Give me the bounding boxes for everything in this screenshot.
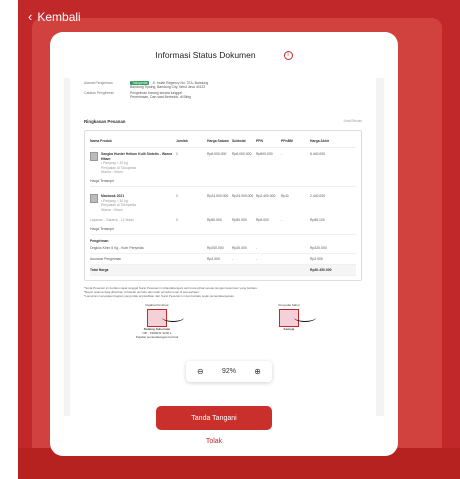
- subtotal-cell: Rp6.000.000: [232, 152, 252, 156]
- unit-price-cell: Rp24.000.000: [207, 193, 229, 198]
- product-note: Harga Terlampir: [90, 226, 115, 231]
- notes-value: Pengiriman barang secara tunggal Penerim…: [130, 91, 191, 99]
- signer-subtitle: Pejabat penandatangan kontrak: [135, 334, 179, 339]
- signer-name: Kemeja: [283, 326, 295, 331]
- final-price-cell: Rp55.100: [310, 218, 325, 223]
- product-image: [90, 152, 98, 161]
- col-header: Subtotal: [232, 139, 246, 143]
- ppn-cell: Rp20.000: [232, 245, 247, 250]
- shipping-label: Asuransi Pengiriman: [90, 256, 122, 261]
- address-value: Tokopedia Jl. Indah Regency No. 37A, Ban…: [130, 81, 208, 89]
- order-table: Nama Produk Jumlah Harga Satuan Subtotal…: [84, 130, 362, 281]
- order-summary-heading: Ringkasan Pesanan Lihat Rincian: [84, 119, 362, 124]
- zoom-in-icon[interactable]: ⊕: [251, 365, 265, 379]
- address-label: Alamat Pengiriman: [84, 81, 113, 85]
- section-link[interactable]: Lihat Rincian: [344, 119, 362, 124]
- qty-cell: 1: [176, 218, 178, 223]
- signer-right: Penyedia Sabut Kemeja: [244, 303, 334, 339]
- divider: [90, 233, 356, 235]
- zoom-control: ⊖ 92% ⊕: [186, 361, 272, 382]
- signer-left: Pejabat Pembuat Dadang Suherman NIP : 19…: [112, 303, 202, 339]
- notes-row: Catatan Pengiriman Pengiriman barang sec…: [84, 91, 362, 99]
- signer-title: Pejabat Pembuat: [145, 302, 169, 307]
- back-label: Kembali: [37, 9, 81, 24]
- product-image: [90, 193, 98, 203]
- address-row: Alamat Pengiriman Tokopedia Jl. Indah Re…: [84, 81, 362, 89]
- final-price-cell: 2.440.000: [310, 193, 326, 198]
- table-row: Asuransi Pengiriman Rp2.000 - - Rp2.000: [90, 254, 356, 265]
- final-price-cell: 6.440.000: [310, 152, 326, 156]
- total-row: Total Harga Rp30.450.000: [90, 264, 356, 276]
- table-row: Sangka Hunter Helium Kulit Sintetis - Wa…: [90, 148, 356, 177]
- chevron-left-icon: ‹: [28, 9, 33, 24]
- ppnbm-cell: -: [281, 218, 283, 223]
- col-header: Nama Produk: [90, 139, 112, 143]
- table-row: Layanan - Garansi - 12 bulan 1 Rp50.000 …: [90, 214, 356, 225]
- product-note: Harga Terlampir: [90, 178, 115, 183]
- zoom-out-icon[interactable]: ⊖: [193, 365, 207, 379]
- ppnbm-cell: -: [256, 256, 258, 261]
- product-cell: Macbook 2021 • Panjang = 30 kg Penjualan…: [90, 193, 176, 212]
- notes-line-2: Penerimaan, Dan saat Berbelok, di Bibig: [130, 95, 192, 99]
- page-title: Informasi Status Dokumen: [155, 50, 256, 60]
- ppnbm-cell: Rp11: [281, 193, 289, 198]
- col-header: PPN: [256, 139, 263, 143]
- total-value: Rp30.450.000: [310, 267, 332, 272]
- col-header: Harga Akhir: [310, 139, 330, 143]
- subtotal-cell: Rp200.000: [207, 245, 224, 250]
- qty-cell: 1: [176, 152, 178, 156]
- document-status-card: Informasi Status Dokumen i Alamat Pengir…: [50, 32, 398, 456]
- product-meta: Warna : Hitam: [101, 207, 123, 212]
- signer-title: Penyedia Sabut: [278, 302, 300, 307]
- reject-button[interactable]: Tolak: [156, 434, 272, 449]
- qty-cell: 1: [176, 193, 178, 198]
- notes-label: Catatan Pengiriman: [84, 91, 114, 95]
- product-name: Sangka Hunter Helium Kulit Sintetis - Wa…: [101, 152, 173, 161]
- ppn-cell: -: [232, 256, 234, 261]
- table-header: Nama Produk Jumlah Harga Satuan Subtotal…: [90, 135, 356, 148]
- card-header: Informasi Status Dokumen i: [50, 32, 398, 78]
- final-price-cell: Rp2.000: [310, 256, 323, 261]
- address-line-2: Bandung Tipsing, Bandung City, West Java…: [130, 85, 206, 89]
- subtotal-cell: Rp50.000: [232, 218, 247, 223]
- unit-price-cell: Rp6.000.000: [207, 152, 227, 156]
- product-meta: Warna : Hitam: [101, 170, 123, 175]
- back-button[interactable]: ‹ Kembali: [28, 9, 81, 24]
- col-header: PPnBM: [281, 139, 293, 143]
- col-header: Jumlah: [176, 139, 188, 143]
- note-line: *Lampiran merupakan bagian yang tidak te…: [84, 294, 235, 299]
- divider: [90, 185, 356, 187]
- product-cell: Sangka Hunter Helium Kulit Sintetis - Wa…: [90, 152, 176, 175]
- ppnbm-cell: -: [256, 245, 258, 250]
- subtotal-cell: Rp24.000.000: [232, 193, 254, 198]
- signature-stamp: [147, 308, 184, 327]
- final-price-cell: Rp220.000: [310, 245, 327, 250]
- ppn-cell: Rp2.400.000: [256, 193, 276, 198]
- shipping-label: Ongkos Kirim 5 Kg - Kurir Penyedia: [90, 245, 144, 250]
- total-label: Total Harga: [90, 267, 109, 272]
- unit-price-cell: Rp50.000: [207, 218, 222, 223]
- col-header: Harga Satuan: [207, 139, 229, 143]
- table-row: Ongkos Kirim 5 Kg - Kurir Penyedia Rp200…: [90, 243, 356, 254]
- sign-button[interactable]: Tanda Tangani: [156, 406, 272, 430]
- product-name: Layanan - Garansi - 12 bulan: [90, 218, 134, 223]
- section-title: Ringkasan Pesanan: [84, 119, 126, 124]
- info-icon[interactable]: i: [283, 50, 293, 60]
- ppn-cell: Rp600.000: [256, 152, 273, 156]
- zoom-level: 92%: [221, 368, 236, 375]
- table-row: Macbook 2021 • Panjang = 30 kg Penjualan…: [90, 190, 356, 214]
- signature-stamp: [279, 308, 316, 327]
- ppnbm-cell: -: [281, 152, 283, 156]
- document-notes: *Surat Pesanan ini berlaku sejak tanggal…: [84, 286, 362, 299]
- ppn-cell: Rp5.000: [256, 218, 269, 223]
- signature-section: Pejabat Pembuat Dadang Suherman NIP : 19…: [84, 303, 362, 339]
- subtotal-cell: Rp2.000: [207, 256, 220, 261]
